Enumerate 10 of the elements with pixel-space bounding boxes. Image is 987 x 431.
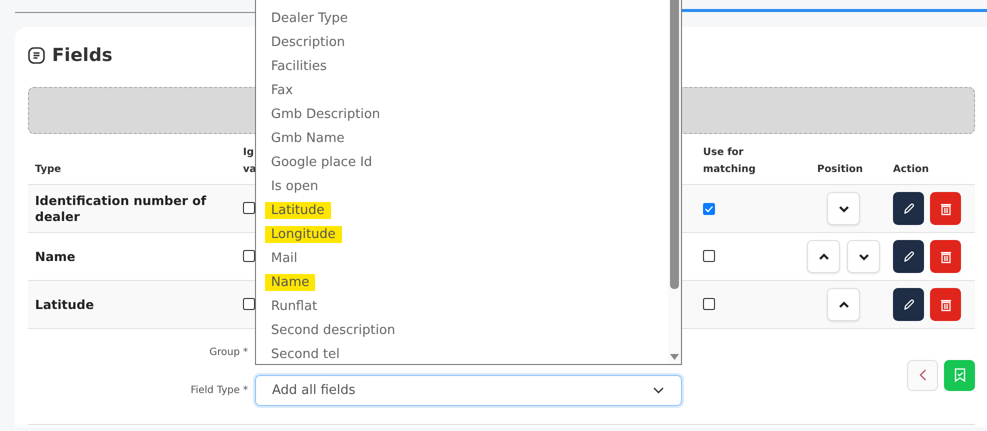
column-header: Type	[35, 164, 62, 175]
column-header: Position	[817, 164, 863, 175]
field-type-label: Field Type *	[190, 384, 248, 396]
field-type-name: Identification number of dealer	[35, 192, 208, 224]
field-type-name: Latitude	[35, 296, 95, 312]
field-type-name: Name	[35, 248, 76, 264]
group-label: Group *	[208, 346, 248, 358]
column-header: Use for matching	[703, 147, 756, 175]
column-header: Action	[893, 164, 929, 175]
card-title: Fields	[52, 44, 112, 66]
